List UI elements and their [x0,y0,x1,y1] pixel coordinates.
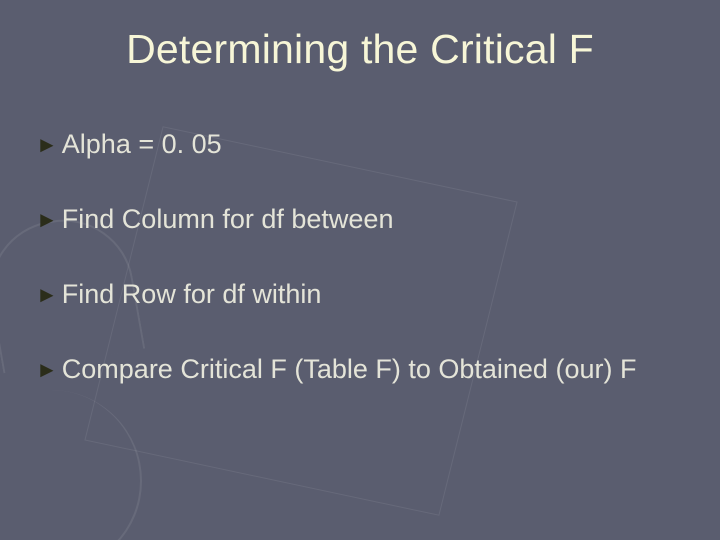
bullet-arrow-icon: ► [36,282,58,309]
bullet-text: Find Column for df between [62,204,394,234]
slide-body: ►Alpha = 0. 05 ►Find Column for df betwe… [36,128,684,386]
bullet-item: ►Compare Critical F (Table F) to Obtaine… [36,353,684,386]
bullet-arrow-icon: ► [36,207,58,234]
bullet-arrow-icon: ► [36,357,58,384]
bullet-item: ►Find Column for df between [36,203,684,236]
bullet-text: Compare Critical F (Table F) to Obtained… [62,354,637,384]
bullet-text: Find Row for df within [62,279,322,309]
bullet-item: ►Alpha = 0. 05 [36,128,684,161]
decorative-swirl [0,390,142,540]
bullet-item: ►Find Row for df within [36,278,684,311]
slide: Determining the Critical F ►Alpha = 0. 0… [0,0,720,540]
bullet-text: Alpha = 0. 05 [62,129,222,159]
bullet-arrow-icon: ► [36,132,58,159]
slide-title: Determining the Critical F [0,26,720,73]
